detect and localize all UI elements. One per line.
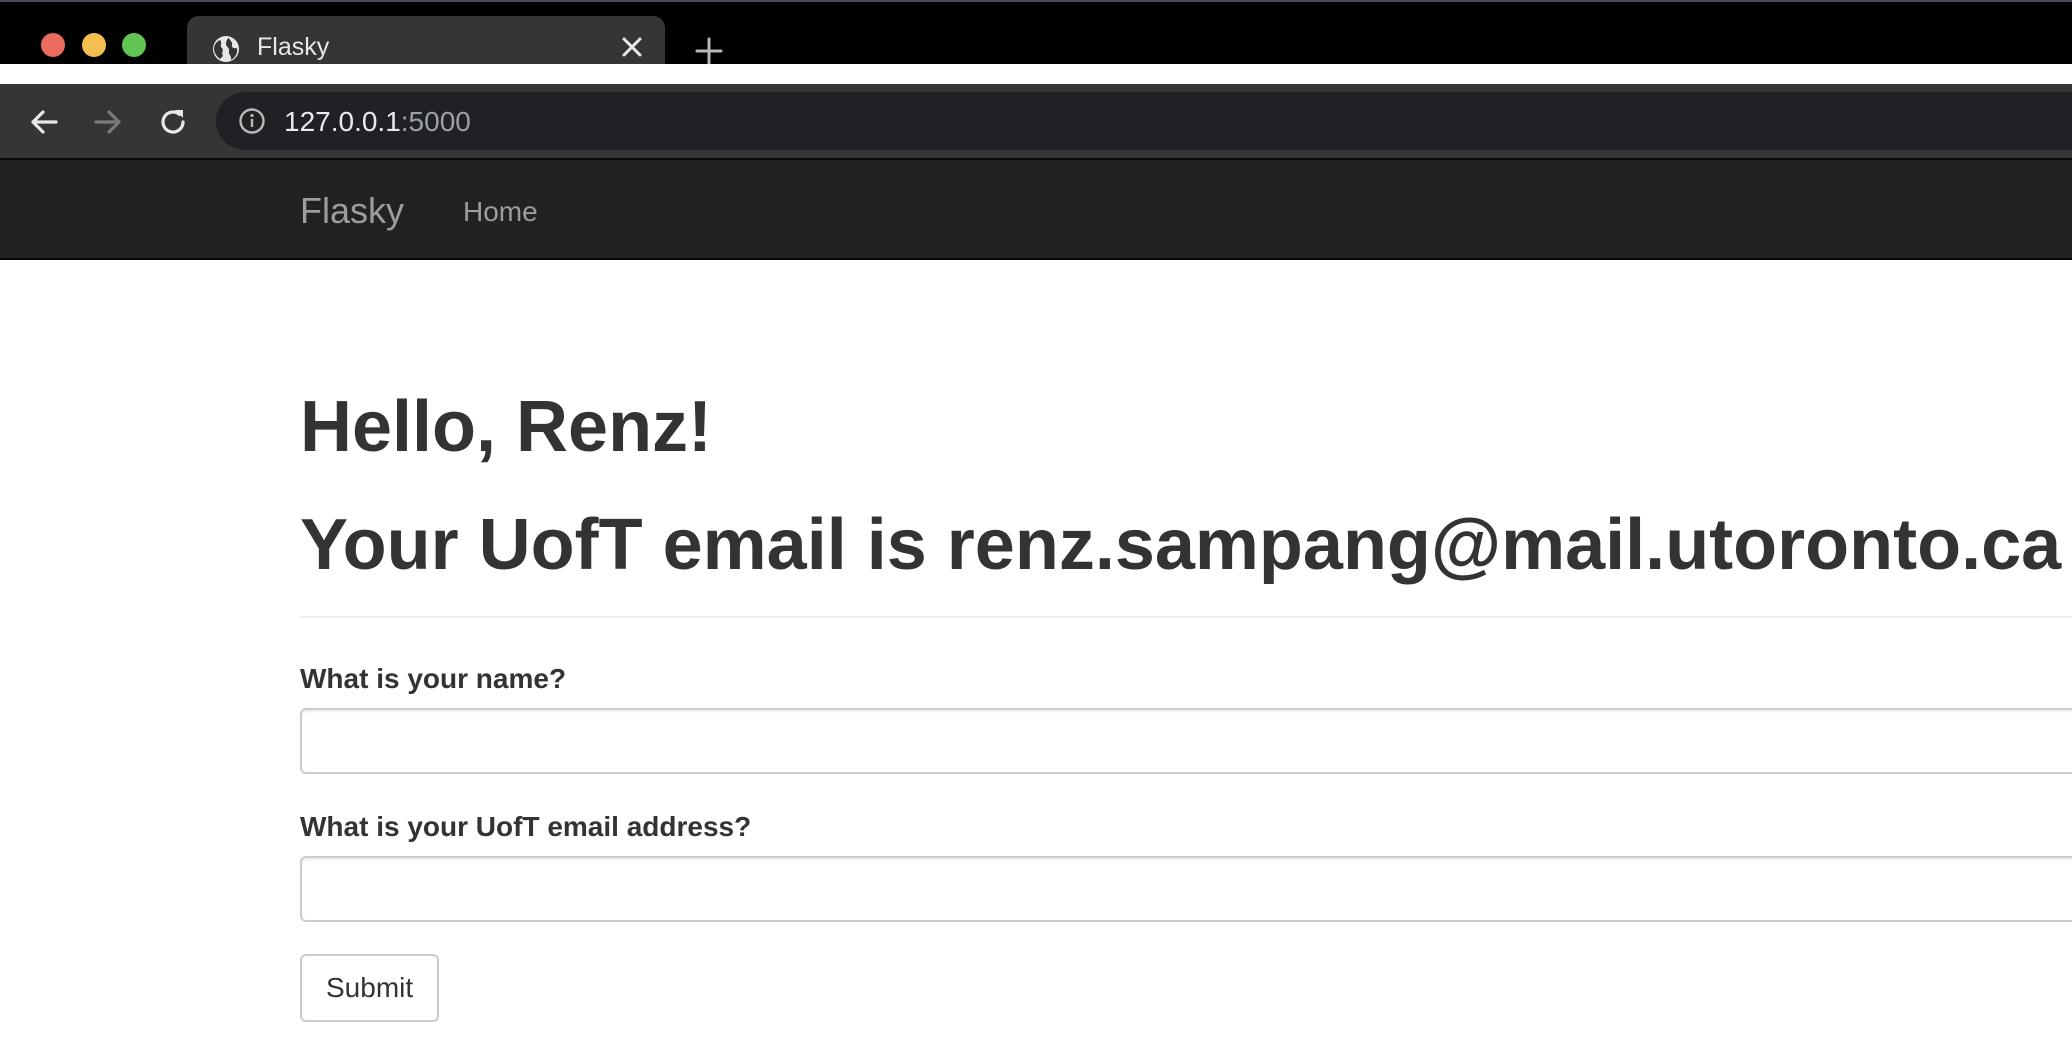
email-label: What is your UofT email address? — [300, 811, 752, 842]
site-navbar: Flasky Home — [0, 158, 2072, 260]
address-bar[interactable]: 127.0.0.1:5000 — [216, 92, 2072, 150]
email-input[interactable] — [300, 856, 2072, 922]
window-top-border — [0, 0, 2072, 2]
minimize-window-button[interactable] — [82, 33, 106, 57]
email-heading: Your UofT email is renz.sampang@mail.uto… — [300, 505, 2062, 585]
reload-icon[interactable] — [155, 104, 191, 140]
browser-toolbar: 127.0.0.1:5000 — [0, 84, 2072, 158]
close-icon[interactable] — [619, 34, 645, 60]
globe-icon — [213, 36, 239, 62]
back-arrow-icon[interactable] — [26, 104, 62, 140]
name-input[interactable] — [300, 708, 2072, 774]
info-icon[interactable] — [238, 107, 266, 135]
url-text: 127.0.0.1:5000 — [284, 106, 471, 138]
tab-title: Flasky — [257, 33, 330, 61]
browser-tab[interactable]: Flasky — [187, 16, 665, 64]
url-host: 127.0.0.1 — [284, 106, 401, 137]
close-window-button[interactable] — [41, 33, 65, 57]
url-port: :5000 — [400, 106, 471, 137]
plus-icon[interactable] — [692, 34, 726, 68]
page-header-divider — [300, 616, 2072, 618]
forward-arrow-icon[interactable] — [90, 104, 126, 140]
name-label: What is your name? — [300, 663, 567, 694]
submit-button[interactable]: Submit — [300, 954, 440, 1022]
browser-tab-bar: Flasky — [0, 0, 2072, 65]
maximize-window-button[interactable] — [122, 33, 146, 57]
greeting-heading: Hello, Renz! — [300, 387, 713, 467]
nav-link-home[interactable]: Home — [463, 196, 538, 228]
navbar-brand[interactable]: Flasky — [300, 190, 404, 232]
